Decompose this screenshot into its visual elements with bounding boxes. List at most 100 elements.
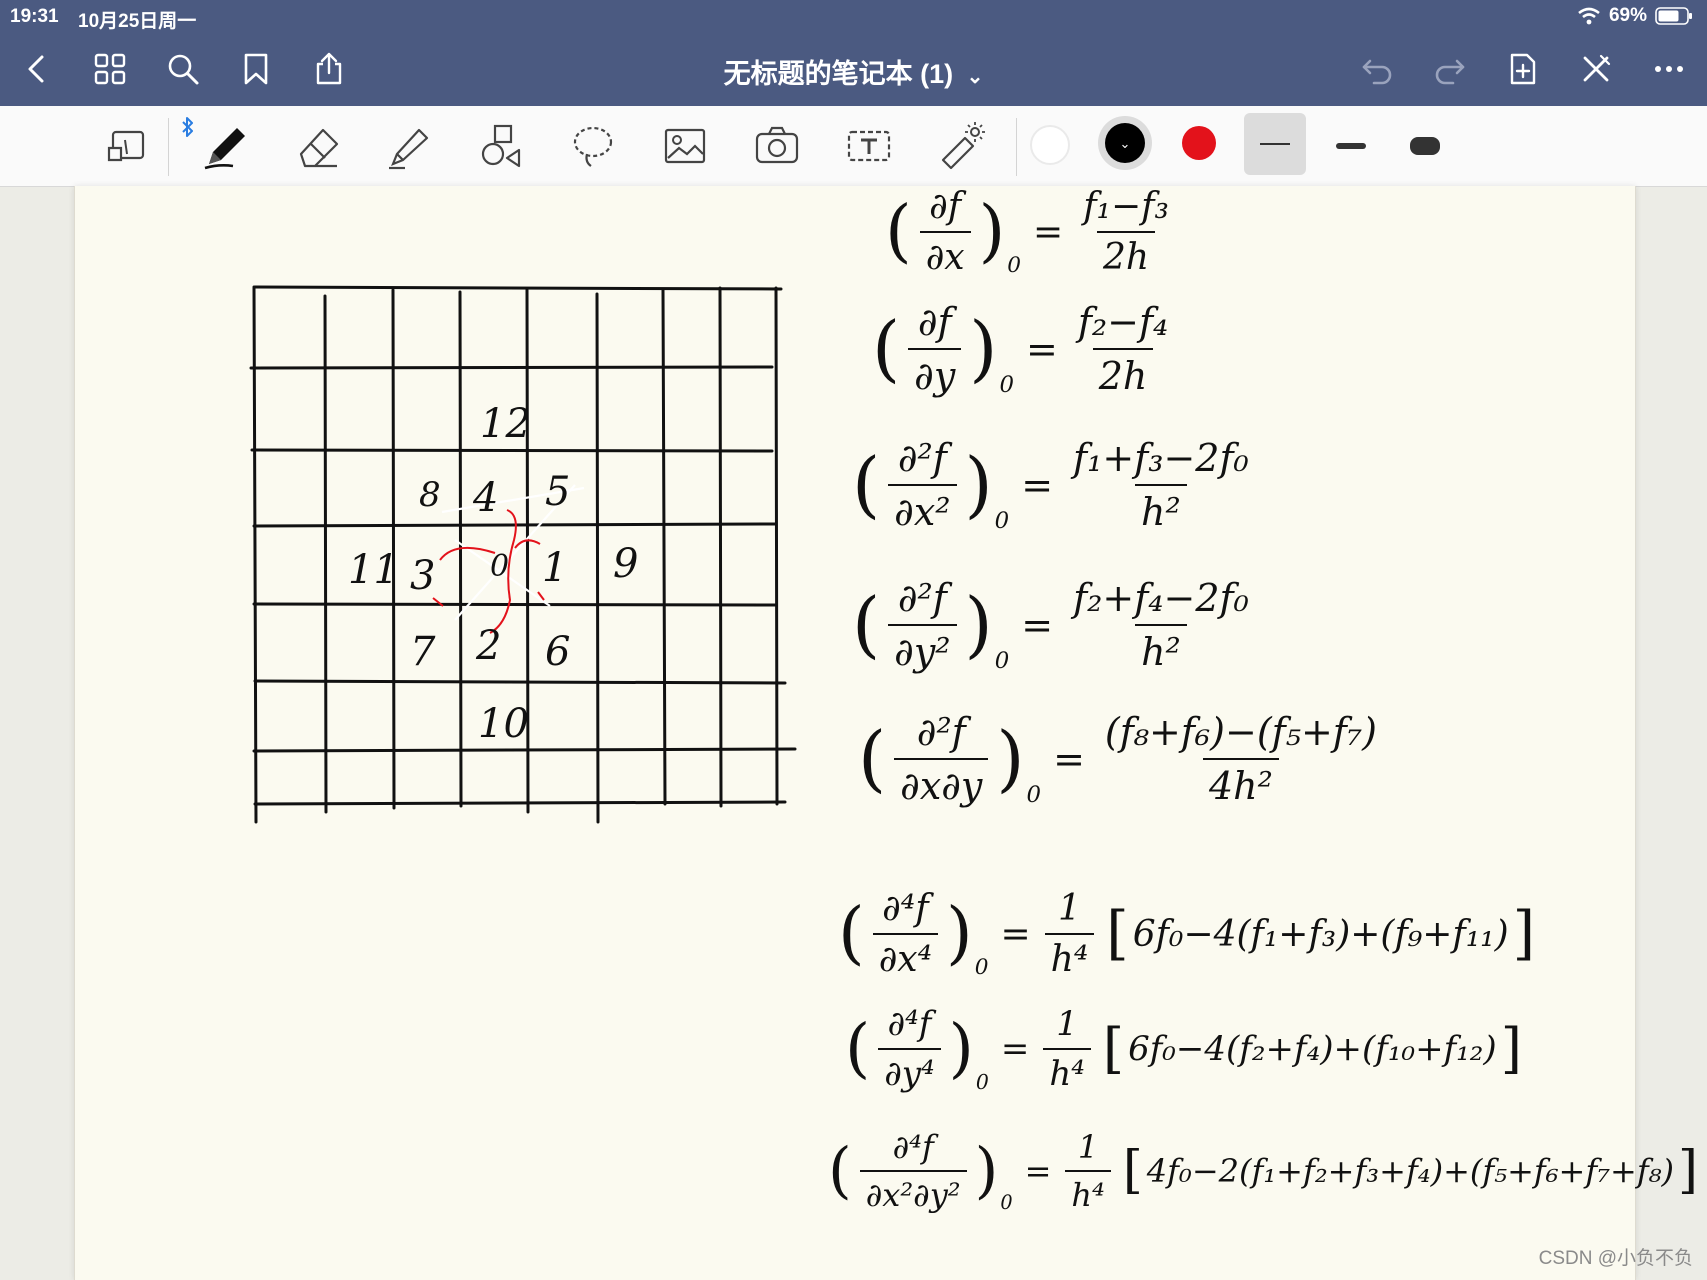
coef-denominator: h⁴ bbox=[1044, 933, 1095, 980]
back-chevron-icon bbox=[28, 55, 44, 83]
lhs-numerator: ∂⁴f bbox=[887, 1004, 932, 1044]
lhs-numerator: ∂⁴f bbox=[882, 888, 929, 929]
lhs-numerator: ∂²f bbox=[916, 710, 966, 754]
grid-label-0: 0 bbox=[490, 549, 510, 584]
formula-d4f-dx2dy2: ( ∂⁴f ∂x²∂y² ) 0 = 1 h⁴ [4f₀−2(f₁+f₂+f₃+f₄… bbox=[828, 1128, 1698, 1214]
black-color-swatch[interactable]: ⌄ bbox=[1105, 123, 1145, 163]
lhs-denominator: ∂y⁴ bbox=[878, 1048, 941, 1094]
formula-d2f-dy2: ( ∂²f ∂y² ) 0 = f₂+f₄−2f₀ h² bbox=[852, 576, 1263, 674]
thumbnails-button[interactable] bbox=[87, 46, 133, 92]
camera-tool[interactable] bbox=[746, 116, 808, 176]
camera-icon bbox=[755, 126, 799, 164]
grid-label-1: 1 bbox=[542, 545, 568, 591]
lhs-denominator: ∂x bbox=[919, 231, 971, 278]
image-tool[interactable] bbox=[654, 116, 716, 176]
lhs-denominator: ∂y bbox=[908, 348, 962, 398]
highlighter-icon bbox=[389, 128, 429, 170]
chevron-down-icon[interactable]: ⌄ bbox=[967, 66, 984, 88]
grid-label-7: 7 bbox=[410, 629, 436, 675]
thick-stroke-button[interactable] bbox=[1410, 137, 1440, 155]
thin-stroke-indicator bbox=[1260, 143, 1290, 145]
lhs-numerator: ∂²f bbox=[897, 576, 947, 620]
notebook-title[interactable]: 无标题的笔记本 (1) bbox=[724, 59, 954, 89]
laser-pointer-icon bbox=[941, 122, 985, 170]
more-button[interactable] bbox=[1646, 46, 1692, 92]
formula-d4f-dy4: ( ∂⁴f ∂y⁴ ) 0 = 1 h⁴ [6f₀−4(f₂+f₄)+(f₁₀+f₁… bbox=[845, 1004, 1522, 1094]
toolbar-divider bbox=[168, 118, 169, 176]
search-icon bbox=[168, 54, 199, 85]
lhs-numerator: ∂f bbox=[929, 186, 962, 227]
eraser-tool[interactable] bbox=[288, 116, 350, 176]
grid-label-6: 6 bbox=[545, 629, 571, 675]
coef-denominator: h⁴ bbox=[1043, 1048, 1091, 1094]
lhs-numerator: ∂⁴f bbox=[892, 1128, 934, 1166]
page-layout-icon bbox=[107, 130, 145, 162]
undo-icon bbox=[1362, 59, 1392, 85]
coef-numerator: 1 bbox=[1058, 888, 1081, 929]
bookmark-icon bbox=[244, 53, 268, 85]
rhs-numerator: f₁−f₃ bbox=[1083, 186, 1169, 227]
lhs-denominator: ∂x⁴ bbox=[872, 933, 939, 980]
close-pen-button[interactable] bbox=[1573, 46, 1619, 92]
bracket-expression: 4f₀−2(f₁+f₂+f₃+f₄)+(f₅+f₆+f₇+f₈) bbox=[1146, 1152, 1674, 1190]
more-icon bbox=[1655, 66, 1683, 72]
top-navigation-bar: 19:31 10月25日周一 69% 无标题的笔记本 (1) ⌄ bbox=[0, 0, 1707, 106]
formula-d2f-dx2: ( ∂²f ∂x² ) 0 = f₁+f₃−2f₀ h² bbox=[852, 436, 1263, 534]
coef-numerator: 1 bbox=[1056, 1004, 1078, 1044]
medium-stroke-button[interactable] bbox=[1336, 143, 1366, 149]
grid-label-5: 5 bbox=[545, 469, 571, 515]
bookmark-button[interactable] bbox=[233, 46, 279, 92]
grid-label-4: 4 bbox=[473, 475, 499, 521]
grid-label-3: 3 bbox=[410, 553, 436, 599]
grid-label-8: 8 bbox=[419, 475, 441, 515]
back-button[interactable] bbox=[14, 46, 60, 92]
white-color-swatch[interactable] bbox=[1030, 125, 1070, 165]
formula-d2f-dxdy: ( ∂²f ∂x∂y ) 0 = (f₈+f₆)−(f₅+f₇) 4h² bbox=[858, 710, 1391, 808]
lhs-denominator: ∂x²∂y² bbox=[859, 1170, 967, 1214]
lasso-icon bbox=[573, 126, 613, 167]
rhs-numerator: f₁+f₃−2f₀ bbox=[1073, 436, 1249, 480]
grid-label-12: 12 bbox=[480, 401, 531, 447]
redo-icon bbox=[1435, 59, 1465, 85]
formula-d4f-dx4: ( ∂⁴f ∂x⁴ ) 0 = 1 h⁴ [6f₀−4(f₁+f₃)+(f₉+f₁₁… bbox=[838, 888, 1536, 980]
red-color-swatch[interactable] bbox=[1182, 126, 1216, 160]
lhs-denominator: ∂y² bbox=[888, 624, 957, 674]
rhs-denominator: 2h bbox=[1097, 231, 1156, 278]
formula-df-dy: ( ∂f ∂y ) 0 = f₂−f₄ 2h bbox=[872, 300, 1182, 398]
highlighter-tool[interactable] bbox=[378, 116, 440, 176]
grid-label-2: 2 bbox=[476, 623, 502, 669]
redo-button[interactable] bbox=[1427, 46, 1473, 92]
grid-label-11: 11 bbox=[348, 547, 399, 593]
thin-stroke-button[interactable] bbox=[1244, 113, 1306, 175]
undo-button[interactable] bbox=[1354, 46, 1400, 92]
wifi-icon bbox=[1578, 7, 1600, 25]
pen-icon bbox=[204, 128, 245, 170]
text-icon bbox=[847, 130, 891, 162]
add-page-button[interactable] bbox=[1500, 46, 1546, 92]
share-button[interactable] bbox=[306, 46, 352, 92]
lhs-denominator: ∂x∂y bbox=[894, 758, 989, 808]
notebook-page[interactable] bbox=[74, 186, 1636, 1280]
lhs-subscript: 0 bbox=[974, 955, 989, 980]
pen-tool[interactable] bbox=[194, 116, 256, 176]
rhs-denominator: h² bbox=[1135, 624, 1187, 674]
coef-denominator: h⁴ bbox=[1065, 1170, 1111, 1214]
search-button[interactable] bbox=[160, 46, 206, 92]
chevron-down-icon: ⌄ bbox=[1119, 135, 1131, 151]
grid-icon bbox=[94, 53, 126, 85]
image-icon bbox=[664, 128, 706, 164]
laser-pointer-tool[interactable] bbox=[930, 116, 992, 176]
rhs-numerator: f₂−f₄ bbox=[1077, 300, 1169, 344]
status-date: 10月25日周一 bbox=[78, 11, 197, 32]
status-bar: 19:31 10月25日周一 69% bbox=[0, 0, 1707, 34]
lhs-subscript: 0 bbox=[999, 372, 1014, 398]
rhs-numerator: (f₈+f₆)−(f₅+f₇) bbox=[1104, 710, 1377, 754]
page-layout-button[interactable] bbox=[96, 116, 158, 176]
grid-label-10: 10 bbox=[478, 701, 529, 747]
battery-icon bbox=[1655, 7, 1692, 25]
formula-df-dx: ( ∂f ∂x ) 0 = f₁−f₃ 2h bbox=[885, 186, 1183, 278]
text-tool[interactable] bbox=[838, 116, 900, 176]
rhs-numerator: f₂+f₄−2f₀ bbox=[1073, 576, 1249, 620]
lasso-tool[interactable] bbox=[562, 116, 624, 176]
shapes-tool[interactable] bbox=[470, 116, 532, 176]
